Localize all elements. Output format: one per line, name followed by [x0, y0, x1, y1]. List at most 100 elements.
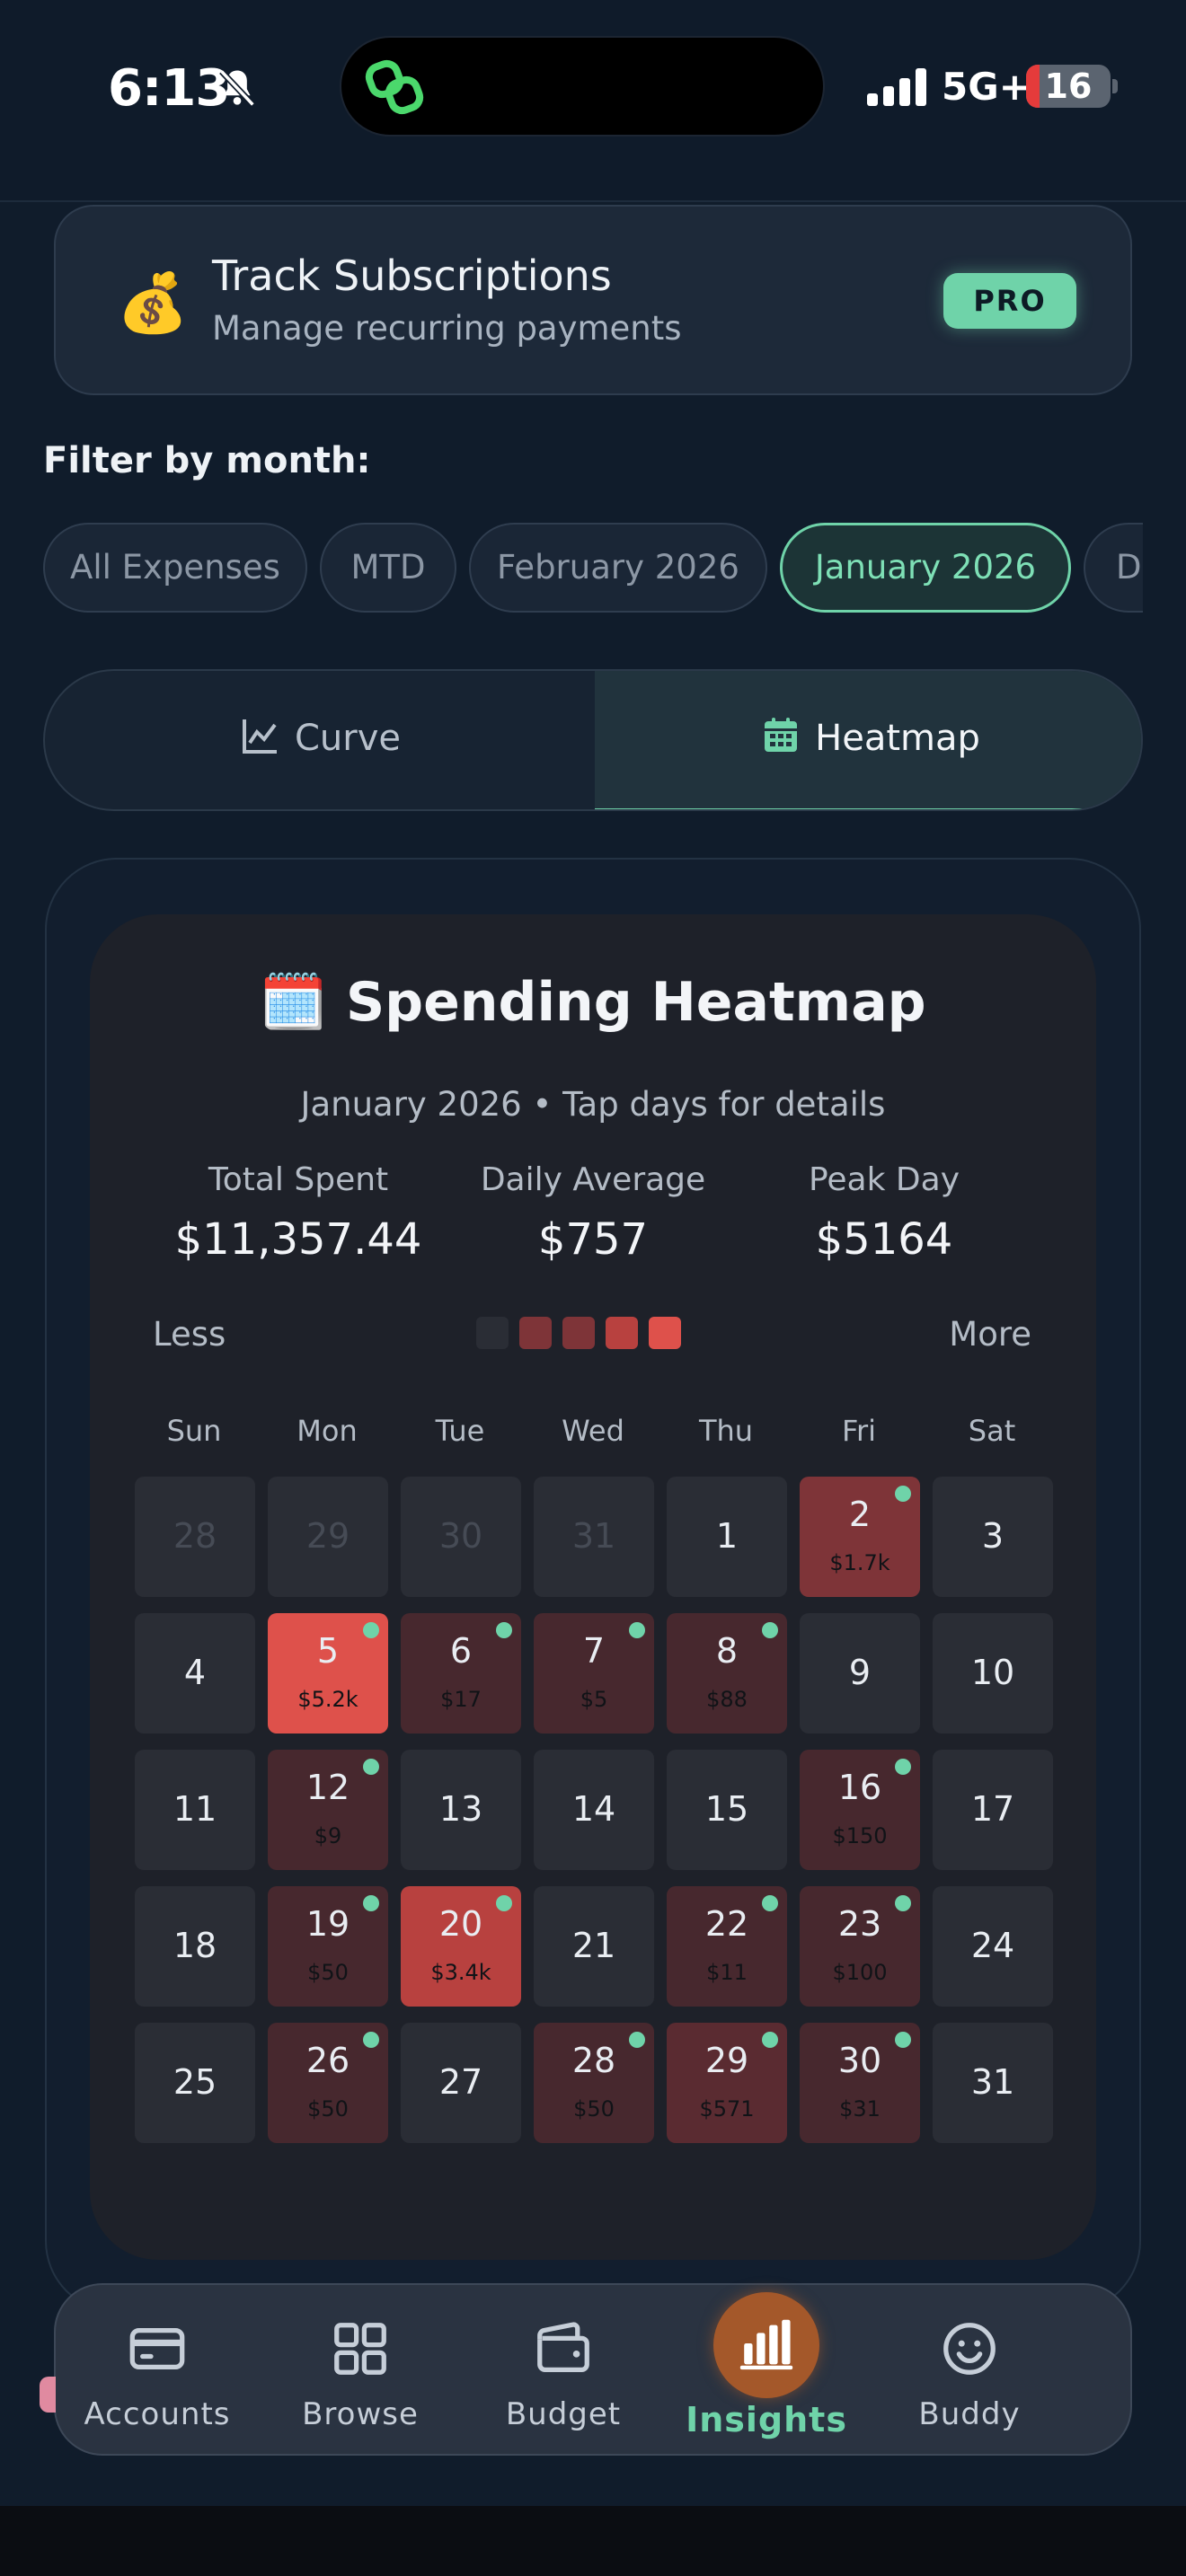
day-amount: $50 — [573, 2096, 615, 2122]
nav-budget[interactable]: Budget — [462, 2285, 665, 2457]
nav-browse[interactable]: Browse — [259, 2285, 462, 2457]
day-number: 14 — [571, 1789, 616, 1829]
edge-handle — [40, 2377, 56, 2413]
calendar-day-outside-month: 28 — [135, 1477, 255, 1597]
transaction-dot — [363, 1622, 379, 1638]
calendar-day[interactable]: 21 — [534, 1886, 654, 2007]
spending-heatmap-card: 🗓️ Spending Heatmap January 2026 • Tap d… — [90, 914, 1096, 2260]
nav-label: Browse — [302, 2396, 419, 2432]
day-number: 24 — [970, 1926, 1015, 1965]
transaction-dot — [762, 1622, 778, 1638]
calendar-day[interactable]: 19 $50 — [268, 1886, 388, 2007]
transaction-dot — [895, 2032, 911, 2048]
insights-active-indicator — [713, 2292, 819, 2398]
battery-level: 16 — [1044, 66, 1093, 106]
calendar-day[interactable]: 20 $3.4k — [401, 1886, 521, 2007]
status-bar: 6:13 5G+ 16 — [0, 0, 1186, 202]
calendar-day[interactable]: 12 $9 — [268, 1750, 388, 1870]
calendar-day[interactable]: 31 — [933, 2023, 1053, 2143]
weekday-label: Fri — [841, 1414, 877, 1448]
chip-all-expenses[interactable]: All Expenses — [43, 523, 307, 613]
stat-value: $11,357.44 — [174, 1214, 422, 1265]
calendar-day-outside-month: 29 — [268, 1477, 388, 1597]
heatmap-title-text: Spending Heatmap — [345, 971, 926, 1034]
calendar-day[interactable]: 30 $31 — [800, 2023, 920, 2143]
legend-swatch-level3 — [606, 1317, 638, 1349]
calendar-day[interactable]: 7 $5 — [534, 1613, 654, 1734]
stat-total-spent: Total Spent $11,357.44 — [146, 1161, 451, 1265]
bell-muted-icon — [219, 69, 255, 107]
calendar-day[interactable]: 6 $17 — [401, 1613, 521, 1734]
calendar-day[interactable]: 15 — [667, 1750, 787, 1870]
transaction-dot — [895, 1895, 911, 1911]
day-amount: $11 — [706, 1960, 748, 1985]
nav-insights[interactable]: Insights — [665, 2285, 868, 2457]
calendar-day[interactable]: 14 — [534, 1750, 654, 1870]
calendar-day[interactable]: 3 — [933, 1477, 1053, 1597]
weekday-label: Mon — [296, 1414, 358, 1448]
calendar-day[interactable]: 27 — [401, 2023, 521, 2143]
stat-peak-day: Peak Day $5164 — [731, 1161, 1037, 1265]
calendar-day[interactable]: 1 — [667, 1477, 787, 1597]
transaction-dot — [895, 1486, 911, 1502]
calendar-day[interactable]: 4 — [135, 1613, 255, 1734]
filter-label: Filter by month: — [43, 440, 371, 481]
bar-chart-icon — [739, 2319, 793, 2370]
chip-december[interactable]: De — [1084, 523, 1143, 613]
calendar-day[interactable]: 2 $1.7k — [800, 1477, 920, 1597]
legend-scale — [476, 1317, 692, 1349]
card-icon — [129, 2327, 185, 2370]
dynamic-island — [340, 36, 825, 137]
calendar-day[interactable]: 29 $571 — [667, 2023, 787, 2143]
nav-buddy[interactable]: Buddy — [868, 2285, 1071, 2457]
tab-curve[interactable]: Curve — [45, 671, 595, 809]
legend-swatch-level1 — [519, 1317, 552, 1349]
chip-january-2026[interactable]: January 2026 — [780, 523, 1071, 613]
transaction-dot — [762, 2032, 778, 2048]
heatmap-subtitle: January 2026 • Tap days for details — [300, 1085, 886, 1124]
chip-mtd[interactable]: MTD — [320, 523, 456, 613]
day-amount: $5 — [580, 1687, 608, 1712]
day-amount: $50 — [307, 2096, 349, 2122]
day-number: 31 — [571, 1516, 616, 1556]
transaction-dot — [496, 1895, 512, 1911]
pro-badge[interactable]: PRO — [943, 273, 1076, 329]
calendar-day[interactable]: 17 — [933, 1750, 1053, 1870]
day-number: 18 — [173, 1926, 217, 1965]
nav-label: Accounts — [84, 2396, 231, 2432]
day-amount: $50 — [307, 1960, 349, 1985]
day-number: 3 — [981, 1516, 1005, 1556]
calendar-day[interactable]: 10 — [933, 1613, 1053, 1734]
calendar-day[interactable]: 28 $50 — [534, 2023, 654, 2143]
day-amount: $150 — [832, 1823, 888, 1848]
weekday-label: Wed — [562, 1414, 624, 1448]
calendar-day[interactable]: 22 $11 — [667, 1886, 787, 2007]
chip-february-2026[interactable]: February 2026 — [469, 523, 767, 613]
calendar-day[interactable]: 9 — [800, 1613, 920, 1734]
track-subscriptions-card[interactable]: 💰 Track Subscriptions Manage recurring p… — [54, 205, 1132, 395]
calendar-day[interactable]: 25 — [135, 2023, 255, 2143]
weekday-label: Tue — [435, 1414, 485, 1448]
calendar-day[interactable]: 26 $50 — [268, 2023, 388, 2143]
home-indicator-area — [0, 2506, 1186, 2576]
battery-tip — [1112, 79, 1118, 93]
calendar-day[interactable]: 23 $100 — [800, 1886, 920, 2007]
calendar-day[interactable]: 8 $88 — [667, 1613, 787, 1734]
day-amount: $5.2k — [297, 1687, 358, 1712]
grid-icon — [334, 2323, 386, 2375]
transaction-dot — [363, 2032, 379, 2048]
day-number: 11 — [173, 1789, 217, 1829]
nav-accounts[interactable]: Accounts — [56, 2285, 259, 2457]
calendar-day-outside-month: 31 — [534, 1477, 654, 1597]
transaction-dot — [363, 1759, 379, 1775]
calendar-day[interactable]: 16 $150 — [800, 1750, 920, 1870]
calendar-day[interactable]: 24 — [933, 1886, 1053, 2007]
transaction-dot — [762, 1895, 778, 1911]
calendar-day[interactable]: 13 — [401, 1750, 521, 1870]
legend-swatch-level4 — [649, 1317, 681, 1349]
calendar-day[interactable]: 11 — [135, 1750, 255, 1870]
calendar-day[interactable]: 5 $5.2k — [268, 1613, 388, 1734]
calendar-day[interactable]: 18 — [135, 1886, 255, 2007]
day-number: 10 — [970, 1653, 1015, 1692]
tab-heatmap[interactable]: Heatmap — [595, 671, 1141, 809]
